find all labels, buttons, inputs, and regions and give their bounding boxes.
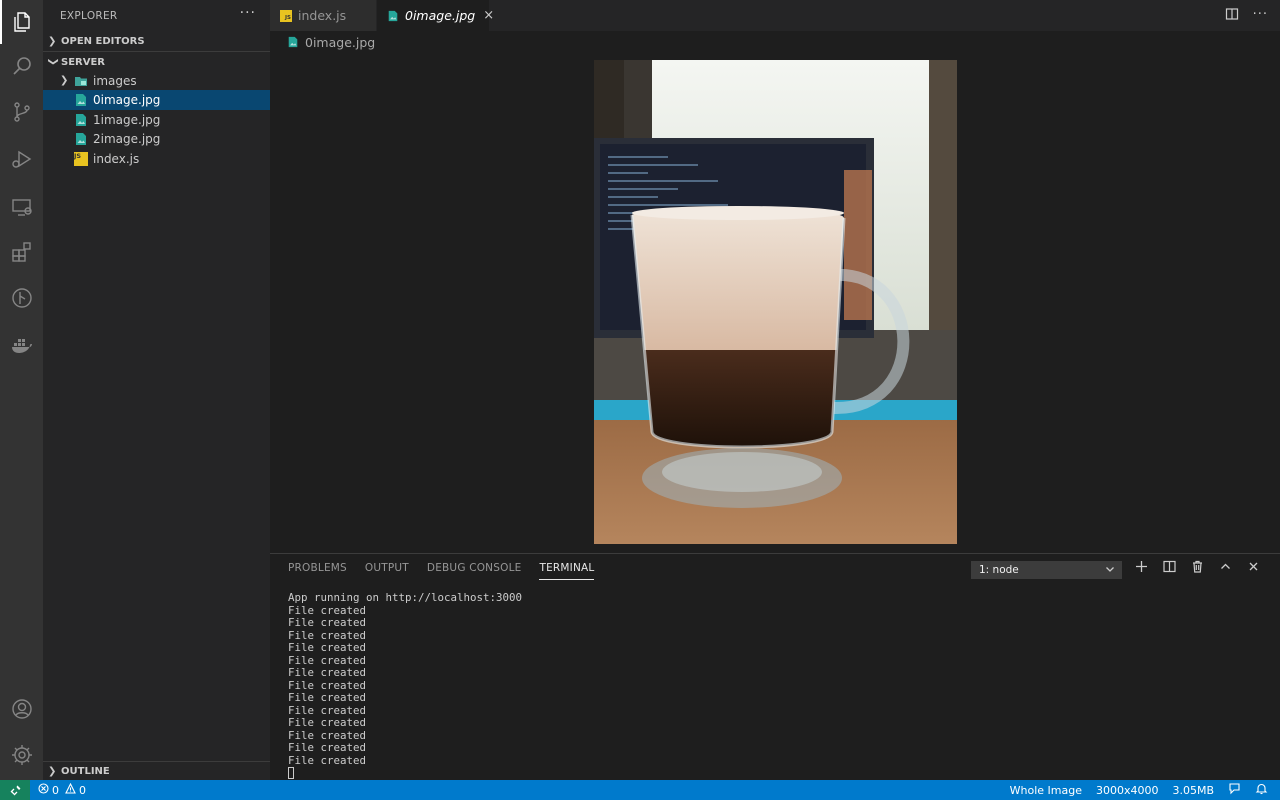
image-file-icon bbox=[74, 113, 88, 127]
tab-debug-console[interactable]: DEBUG CONSOLE bbox=[427, 562, 522, 580]
chevron-down-icon bbox=[1105, 564, 1115, 577]
activity-bar bbox=[0, 0, 43, 780]
terminal-select[interactable]: 1: node bbox=[971, 561, 1122, 579]
more-actions-icon[interactable]: ··· bbox=[1253, 7, 1268, 25]
docker-icon[interactable] bbox=[0, 323, 43, 367]
extensions-icon[interactable] bbox=[0, 230, 43, 274]
folder-images-icon bbox=[74, 74, 88, 88]
terminal-line: File created bbox=[288, 716, 367, 729]
tab-label: 0image.jpg bbox=[405, 8, 476, 23]
terminal-line: File created bbox=[288, 666, 367, 679]
search-icon[interactable] bbox=[0, 44, 43, 88]
chevron-down-icon: ❯ bbox=[47, 57, 59, 66]
terminal-cursor bbox=[288, 767, 294, 779]
image-dimensions-status: 3000x4000 bbox=[1095, 783, 1159, 797]
feedback-icon[interactable] bbox=[1228, 782, 1241, 798]
tree-item-label: index.js bbox=[93, 151, 140, 166]
notifications-bell-icon[interactable] bbox=[1255, 782, 1268, 798]
terminal-line: File created bbox=[288, 641, 367, 654]
image-preview bbox=[594, 60, 957, 544]
warning-icon bbox=[65, 782, 76, 797]
tab-output[interactable]: OUTPUT bbox=[365, 562, 409, 580]
image-size-status: 3.05MB bbox=[1172, 783, 1214, 797]
terminal-line: File created bbox=[288, 616, 367, 629]
tree-item-label: 1image.jpg bbox=[93, 112, 161, 127]
explorer-icon[interactable] bbox=[0, 0, 43, 44]
new-terminal-icon[interactable] bbox=[1134, 560, 1148, 577]
bottom-panel: PROBLEMS OUTPUT DEBUG CONSOLE TERMINAL 1… bbox=[270, 553, 1280, 780]
terminal-line: App running on http://localhost:3000 bbox=[288, 591, 523, 604]
editor-actions: ··· bbox=[1225, 7, 1268, 25]
panel-actions bbox=[1134, 560, 1260, 577]
settings-gear-icon[interactable] bbox=[0, 733, 43, 777]
close-tab-icon[interactable]: × bbox=[483, 8, 494, 23]
chevron-right-icon: ❯ bbox=[48, 765, 57, 777]
warning-count: 0 bbox=[79, 783, 86, 797]
chevron-right-icon: ❯ bbox=[60, 75, 69, 87]
error-count: 0 bbox=[52, 783, 59, 797]
trash-icon[interactable] bbox=[1190, 560, 1204, 577]
terminal-line: File created bbox=[288, 691, 367, 704]
sidebar-more-actions-button[interactable]: ··· bbox=[240, 5, 256, 21]
git-graph-icon[interactable] bbox=[0, 276, 43, 320]
open-editors-section[interactable]: ❯ OPEN EDITORS bbox=[43, 31, 270, 51]
breadcrumb: 0image.jpg bbox=[270, 31, 1280, 53]
tab-problems[interactable]: PROBLEMS bbox=[288, 562, 347, 580]
split-terminal-icon[interactable] bbox=[1162, 560, 1176, 577]
remote-explorer-icon[interactable] bbox=[0, 185, 43, 229]
run-debug-icon[interactable] bbox=[0, 137, 43, 181]
status-bar-right: Whole Image 3000x4000 3.05MB bbox=[1010, 780, 1280, 800]
image-zoom-status[interactable]: Whole Image bbox=[1010, 784, 1082, 797]
image-file-icon bbox=[287, 36, 299, 48]
tree-item-index-js[interactable]: JS index.js bbox=[43, 149, 270, 169]
tab-terminal[interactable]: TERMINAL bbox=[539, 562, 595, 580]
tab-index-js[interactable]: JS index.js bbox=[270, 0, 376, 31]
chevron-right-icon: ❯ bbox=[48, 35, 57, 47]
explorer-sidebar: EXPLORER ··· ❯ OPEN EDITORS ❯ SERVER ❯ i… bbox=[43, 0, 270, 780]
breadcrumb-file[interactable]: 0image.jpg bbox=[305, 35, 375, 50]
status-bar: 0 0 Whole Image 3000x4000 3.05MB bbox=[0, 780, 1280, 800]
problems-status[interactable]: 0 0 bbox=[38, 782, 86, 797]
terminal-output[interactable]: App running on http://localhost:3000 File… bbox=[288, 591, 523, 781]
open-editors-label: OPEN EDITORS bbox=[61, 35, 145, 47]
account-icon[interactable] bbox=[0, 687, 43, 731]
close-panel-icon[interactable] bbox=[1246, 560, 1260, 577]
outline-section[interactable]: ❯ OUTLINE bbox=[43, 761, 270, 780]
server-folder-section[interactable]: ❯ SERVER bbox=[43, 51, 270, 72]
tree-item-1image[interactable]: 1image.jpg bbox=[43, 110, 270, 130]
tree-item-label: images bbox=[93, 73, 137, 88]
javascript-file-icon: JS bbox=[280, 9, 292, 22]
tree-item-label: 2image.jpg bbox=[93, 131, 161, 146]
editor-tabs: JS index.js 0image.jpg × ··· bbox=[270, 0, 1280, 31]
tree-item-images-folder[interactable]: ❯ images bbox=[43, 71, 270, 91]
terminal-select-value: 1: node bbox=[979, 564, 1019, 576]
tree-item-0image[interactable]: 0image.jpg bbox=[43, 90, 270, 110]
image-file-icon bbox=[387, 10, 399, 22]
tab-label: index.js bbox=[298, 8, 347, 23]
terminal-line: File created bbox=[288, 753, 367, 767]
image-file-icon bbox=[74, 93, 88, 107]
tree-item-label: 0image.jpg bbox=[93, 92, 161, 107]
javascript-file-icon: JS bbox=[74, 151, 88, 166]
source-control-icon[interactable] bbox=[0, 90, 43, 134]
outline-label: OUTLINE bbox=[61, 765, 110, 777]
tree-item-2image[interactable]: 2image.jpg bbox=[43, 129, 270, 149]
tab-0image-jpg[interactable]: 0image.jpg × bbox=[377, 0, 494, 31]
panel-tabs: PROBLEMS OUTPUT DEBUG CONSOLE TERMINAL bbox=[288, 562, 595, 580]
terminal-line: File created bbox=[288, 741, 367, 754]
maximize-panel-icon[interactable] bbox=[1218, 560, 1232, 577]
remote-indicator-icon[interactable] bbox=[0, 780, 30, 800]
server-folder-label: SERVER bbox=[61, 56, 106, 68]
image-file-icon bbox=[74, 132, 88, 146]
error-icon bbox=[38, 783, 49, 797]
sidebar-title: EXPLORER bbox=[60, 10, 118, 22]
split-editor-icon[interactable] bbox=[1225, 7, 1239, 25]
